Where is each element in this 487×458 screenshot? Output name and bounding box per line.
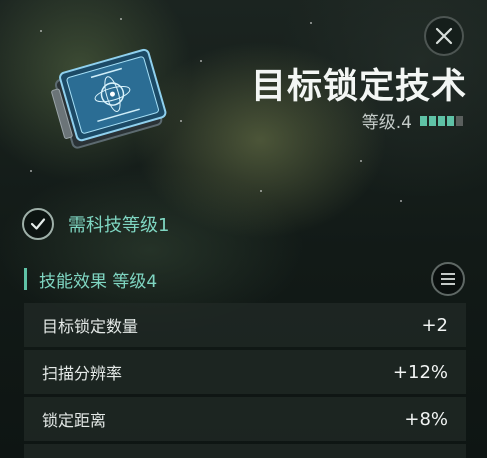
effect-row: 扫描分辨率 +12% bbox=[24, 350, 466, 394]
level-pip-filled bbox=[438, 115, 445, 126]
effect-name: 锁定距离 bbox=[42, 411, 107, 430]
menu-icon bbox=[441, 273, 455, 285]
effect-row: 目标锁定数量 +2 bbox=[24, 303, 466, 347]
close-button[interactable] bbox=[424, 16, 464, 56]
effect-name: 目标锁定数量 bbox=[42, 317, 139, 336]
effects-section-header: 技能效果 等级4 bbox=[24, 262, 465, 296]
level-pip-filled bbox=[447, 115, 454, 126]
check-icon bbox=[22, 208, 54, 240]
level-pip-filled bbox=[420, 115, 427, 126]
level-label: 等级.4 bbox=[361, 113, 412, 133]
level-pips bbox=[420, 115, 463, 126]
level-pip-empty bbox=[456, 115, 463, 126]
skill-title: 目标锁定技术 bbox=[250, 67, 467, 107]
effect-value: +12% bbox=[392, 361, 448, 383]
skill-level: 等级.4 bbox=[362, 108, 463, 133]
section-accent-bar bbox=[24, 268, 27, 290]
effect-value: +8% bbox=[404, 408, 448, 430]
menu-button[interactable] bbox=[431, 262, 465, 296]
effect-value: +2 bbox=[421, 314, 448, 336]
effects-section-label: 技能效果 等级4 bbox=[39, 271, 158, 292]
close-icon bbox=[435, 27, 453, 45]
effects-list: 目标锁定数量 +2 扫描分辨率 +12% 锁定距离 +8% bbox=[24, 303, 466, 444]
requirement-label: 需科技等级1 bbox=[68, 215, 170, 236]
effect-row: 锁定距离 +8% bbox=[24, 397, 466, 441]
level-pip-filled bbox=[429, 115, 436, 126]
requirement-row: 需科技等级1 bbox=[22, 208, 169, 240]
next-section-partial bbox=[24, 444, 466, 458]
effect-name: 扫描分辨率 bbox=[42, 364, 123, 383]
skill-book-icon bbox=[51, 48, 167, 149]
